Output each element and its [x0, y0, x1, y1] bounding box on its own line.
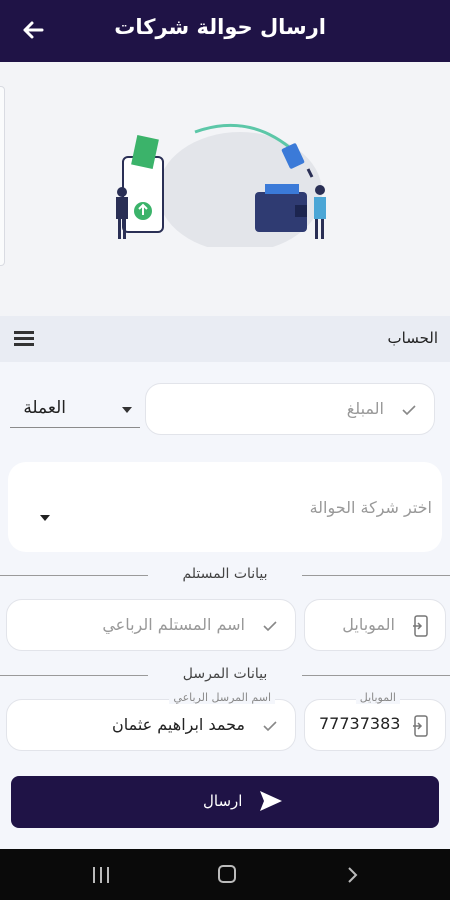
- receiver-name-field[interactable]: اسم المستلم الرباعي: [6, 599, 296, 651]
- sender-mobile-caption: الموبايل: [355, 691, 400, 704]
- arrow-left-icon[interactable]: [20, 17, 46, 43]
- amount-field[interactable]: المبلغ: [145, 383, 435, 435]
- phone-icon: [413, 715, 428, 737]
- page-title: ارسال حوالة شركات: [114, 15, 326, 39]
- check-icon: [263, 721, 277, 732]
- sender-name-value: محمد ابراهيم عثمان: [111, 715, 245, 734]
- company-placeholder: اختر شركة الحوالة: [309, 498, 432, 517]
- currency-label: العملة: [23, 398, 66, 418]
- carousel-edge: [0, 86, 5, 266]
- receiver-mobile-field[interactable]: الموبايل: [304, 599, 446, 651]
- chevron-down-icon: [40, 515, 50, 521]
- currency-select[interactable]: العملة: [10, 398, 140, 428]
- sender-name-caption: اسم المرسل الرباعي: [169, 691, 275, 704]
- phone-icon: [413, 615, 428, 637]
- check-icon: [263, 621, 277, 632]
- chevron-down-icon: [122, 407, 132, 413]
- chevron-right-icon[interactable]: [345, 865, 359, 885]
- sender-name-field[interactable]: اسم المرسل الرباعي محمد ابراهيم عثمان: [6, 691, 296, 751]
- hamburger-menu-icon[interactable]: [14, 331, 34, 347]
- recents-icon[interactable]: [93, 867, 111, 883]
- check-icon: [402, 405, 416, 416]
- account-section-bar: الحساب: [0, 316, 450, 362]
- amount-placeholder: المبلغ: [346, 399, 384, 418]
- company-select[interactable]: اختر شركة الحوالة: [8, 462, 442, 552]
- receiver-divider: بيانات المستلم: [0, 566, 450, 586]
- hero-banner: [0, 62, 450, 316]
- send-icon: [260, 791, 282, 811]
- section-label: الحساب: [387, 329, 439, 347]
- money-transfer-illustration: [116, 123, 326, 247]
- sender-mobile-value: 77737383: [319, 714, 401, 733]
- send-button[interactable]: ارسال: [11, 776, 439, 828]
- receiver-mobile-placeholder: الموبايل: [342, 615, 395, 634]
- receiver-section-title: بيانات المستلم: [182, 566, 268, 582]
- sender-mobile-field[interactable]: الموبايل 77737383: [304, 691, 446, 751]
- app-bar: ارسال حوالة شركات: [0, 0, 450, 62]
- send-button-label: ارسال: [203, 792, 243, 810]
- sender-section-title: بيانات المرسل: [182, 666, 268, 682]
- home-icon[interactable]: [218, 865, 236, 883]
- sender-divider: بيانات المرسل: [0, 666, 450, 686]
- receiver-name-placeholder: اسم المستلم الرباعي: [102, 615, 245, 634]
- system-nav-bar: [0, 849, 450, 900]
